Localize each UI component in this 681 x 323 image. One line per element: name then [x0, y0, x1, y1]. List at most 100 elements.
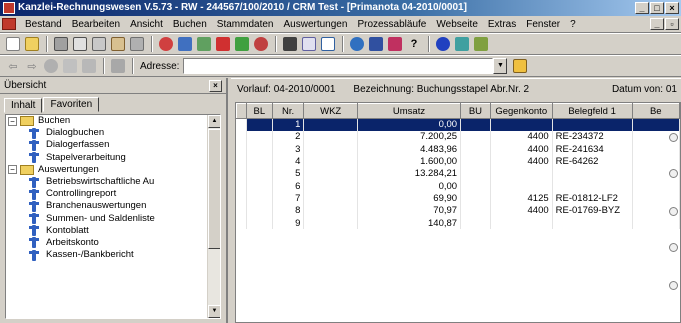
binoculars-icon[interactable] — [281, 35, 299, 53]
tree-item-dialogerfassen[interactable]: Dialogerfassen — [6, 139, 220, 151]
task-icon — [28, 249, 40, 261]
tree-item-summen-saldenliste[interactable]: Summen- und Saldenliste — [6, 213, 220, 225]
tree-item-stapelverarbeitung[interactable]: Stapelverarbeitung — [6, 152, 220, 164]
edit-icon[interactable] — [128, 35, 146, 53]
table-row[interactable]: 7 69,90 4125 RE-01812-LF2 — [236, 192, 680, 205]
grid-icon[interactable] — [319, 35, 337, 53]
tree-item-kontoblatt[interactable]: Kontoblatt — [6, 225, 220, 237]
column-header-umsatz[interactable]: Umsatz — [356, 103, 462, 119]
column-header-nr[interactable]: Nr. — [271, 103, 305, 119]
tree-item-bwa[interactable]: Betriebswirtschaftliche Au — [6, 176, 220, 188]
menu-ansicht[interactable]: Ansicht — [125, 19, 168, 30]
forward-icon[interactable]: ⇨ — [23, 57, 41, 75]
open-folder-icon[interactable] — [23, 35, 41, 53]
column-header-be[interactable]: Be — [631, 103, 680, 119]
column-header-bu[interactable]: BU — [460, 103, 491, 119]
minimize-button[interactable]: _ — [635, 2, 649, 14]
menu-auswertungen[interactable]: Auswertungen — [279, 19, 353, 30]
reload-icon[interactable] — [61, 57, 79, 75]
home-icon[interactable] — [80, 57, 98, 75]
table-row[interactable]: 3 4.483,96 4400 RE-241634 — [236, 143, 680, 156]
task-icon — [28, 152, 40, 164]
column-header-bl[interactable]: BL — [245, 103, 273, 119]
info-icon[interactable] — [434, 35, 452, 53]
column-header-gegenkonto[interactable]: Gegenkonto — [489, 103, 553, 119]
tab-favoriten[interactable]: Favoriten — [43, 97, 100, 112]
menu-fenster[interactable]: Fenster — [521, 19, 565, 30]
calculator-icon[interactable] — [472, 35, 490, 53]
address-dropdown-button[interactable]: ▼ — [493, 58, 508, 74]
booking-table: BL Nr. WKZ Umsatz BU Gegenkonto Belegfel… — [236, 103, 680, 230]
table-row[interactable]: 4 1.600,00 4400 RE-64262 — [236, 155, 680, 168]
table-icon[interactable] — [453, 35, 471, 53]
table-row[interactable]: 2 7.200,25 4400 RE-234372 — [236, 130, 680, 144]
maximize-button[interactable]: □ — [650, 2, 664, 14]
new-document-icon[interactable] — [4, 35, 22, 53]
tree-item-dialogbuchen[interactable]: Dialogbuchen — [6, 127, 220, 139]
tree-item-kassenbericht[interactable]: Kassen-/Bankbericht — [6, 249, 220, 261]
task-icon — [28, 225, 40, 237]
tree-scrollbar[interactable]: ▲ ▼ — [207, 115, 220, 318]
menu-prozessablaeufe[interactable]: Prozessabläufe — [352, 19, 431, 30]
menu-extras[interactable]: Extras — [483, 19, 521, 30]
scroll-down-icon[interactable]: ▼ — [208, 305, 220, 318]
tree-item-arbeitskonto[interactable]: Arbeitskonto — [6, 237, 220, 249]
copy-icon[interactable] — [90, 35, 108, 53]
table-row[interactable]: 1 0,00 — [236, 118, 680, 131]
mail-icon[interactable] — [367, 35, 385, 53]
row-action-icon[interactable] — [669, 133, 678, 142]
chart-icon[interactable] — [233, 35, 251, 53]
row-action-icon[interactable] — [669, 207, 678, 216]
collapse-icon[interactable]: − — [8, 165, 17, 175]
back-icon[interactable]: ⇦ — [4, 57, 22, 75]
print-icon[interactable] — [52, 35, 70, 53]
menu-bearbeiten[interactable]: Bearbeiten — [67, 19, 125, 30]
tag-icon[interactable] — [214, 35, 232, 53]
menu-stammdaten[interactable]: Stammdaten — [212, 19, 279, 30]
scroll-up-icon[interactable]: ▲ — [208, 115, 220, 128]
paste-icon[interactable] — [109, 35, 127, 53]
users-icon[interactable] — [348, 35, 366, 53]
table-row[interactable]: 5 13.284,21 — [236, 167, 680, 180]
print-preview-icon[interactable] — [71, 35, 89, 53]
column-header-belegfeld1[interactable]: Belegfeld 1 — [551, 103, 633, 119]
table-row[interactable]: 8 70,97 4400 RE-01769-BYZ — [236, 204, 680, 217]
go-icon[interactable] — [511, 57, 529, 75]
collapse-icon[interactable]: − — [8, 116, 17, 126]
row-selector-header — [236, 103, 247, 119]
column-header-wkz[interactable]: WKZ — [303, 103, 358, 119]
title-bar: Kanzlei-Rechnungswesen V.5.73 - RW - 244… — [0, 0, 681, 16]
row-action-icon[interactable] — [669, 169, 678, 178]
table-row[interactable]: 6 0,00 — [236, 179, 680, 193]
doc-restore-button[interactable]: ▫ — [665, 18, 679, 30]
row-action-icon[interactable] — [669, 243, 678, 252]
document-icon[interactable] — [2, 18, 16, 30]
tree-folder-auswertungen[interactable]: − Auswertungen — [6, 164, 220, 176]
menu-webseite[interactable]: Webseite — [431, 19, 483, 30]
address-input[interactable] — [183, 58, 494, 74]
row-action-icon[interactable] — [669, 281, 678, 290]
close-button[interactable]: × — [665, 2, 679, 14]
export-icon[interactable] — [176, 35, 194, 53]
menu-help[interactable]: ? — [565, 19, 581, 30]
import-icon[interactable] — [195, 35, 213, 53]
tree-item-branchenauswertungen[interactable]: Branchenauswertungen — [6, 200, 220, 212]
history-icon[interactable] — [109, 57, 127, 75]
doc-minimize-button[interactable]: _ — [650, 18, 664, 30]
menu-bar: Bestand Bearbeiten Ansicht Buchen Stammd… — [0, 16, 681, 33]
people-icon[interactable] — [252, 35, 270, 53]
table-row[interactable]: 9 140,87 — [236, 216, 680, 230]
menu-buchen[interactable]: Buchen — [168, 19, 212, 30]
overview-pane: Übersicht × Inhalt Favoriten − Buchen Di… — [0, 78, 228, 323]
help-pointer-icon[interactable]: ? — [405, 35, 423, 53]
tab-inhalt[interactable]: Inhalt — [4, 98, 43, 113]
stop-icon[interactable] — [42, 57, 60, 75]
refresh-icon[interactable] — [157, 35, 175, 53]
menu-bestand[interactable]: Bestand — [20, 19, 67, 30]
scroll-thumb[interactable] — [208, 129, 220, 249]
overview-close-button[interactable]: × — [209, 79, 222, 92]
tree-item-controllingreport[interactable]: Controllingreport — [6, 188, 220, 200]
account-chart-icon[interactable] — [300, 35, 318, 53]
tree-folder-buchen[interactable]: − Buchen — [6, 115, 220, 127]
bookmark-icon[interactable] — [386, 35, 404, 53]
